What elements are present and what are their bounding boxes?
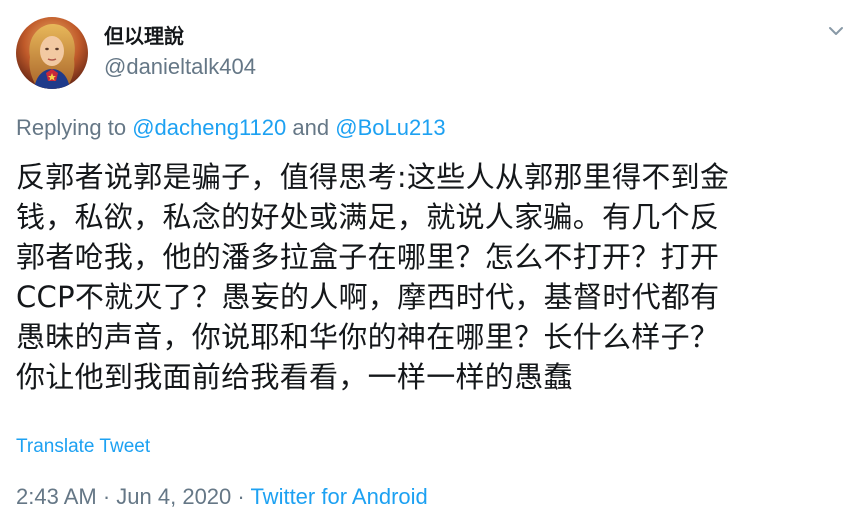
tweet-header: 但以理說 @danieltalk404 <box>16 15 848 91</box>
tweet-text-line: 反郭者说郭是骗子，值得思考:这些人从郭那里得不到金 <box>16 160 730 194</box>
replying-to: Replying to @dacheng1120 and @BoLu213 <box>16 114 446 142</box>
mention-link-2[interactable]: @BoLu213 <box>335 115 445 140</box>
tweet-time[interactable]: 2:43 AM <box>16 484 97 509</box>
tweet-source-link[interactable]: Twitter for Android <box>250 484 427 509</box>
chevron-down-icon[interactable] <box>824 19 848 43</box>
tweet-card: 但以理說 @danieltalk404 Replying to @dacheng… <box>0 0 864 521</box>
tweet-text-line: CCP不就灭了？愚妄的人啊，摩西时代，基督时代都有 <box>16 280 720 314</box>
author-names: 但以理說 @danieltalk404 <box>104 23 256 81</box>
avatar-image <box>16 17 88 89</box>
avatar[interactable] <box>16 17 88 89</box>
tweet-date[interactable]: Jun 4, 2020 <box>116 484 231 509</box>
tweet-body: 反郭者说郭是骗子，值得思考:这些人从郭那里得不到金 钱，私欲，私念的好处或满足，… <box>16 157 852 397</box>
translate-tweet-link[interactable]: Translate Tweet <box>16 435 150 459</box>
tweet-text-line: 钱，私欲，私念的好处或满足，就说人家骗。有几个反 <box>16 200 720 234</box>
replying-prefix: Replying to <box>16 115 127 140</box>
replying-conjunction: and <box>292 115 330 140</box>
tweet-text-line: 愚昧的声音，你说耶和华你的神在哪里？长什么样子？ <box>16 320 720 354</box>
meta-separator: · <box>102 484 111 509</box>
author-display-name[interactable]: 但以理說 <box>104 23 256 49</box>
mention-link-1[interactable]: @dacheng1120 <box>132 115 286 140</box>
meta-separator: · <box>237 484 245 509</box>
tweet-text-line: 你让他到我面前给我看看，一样一样的愚蠢 <box>16 360 573 394</box>
author-handle[interactable]: @danieltalk404 <box>104 53 256 81</box>
tweet-text-line: 郭者呛我，他的潘多拉盒子在哪里？怎么不打开？打开 <box>16 240 720 274</box>
tweet-metadata: 2:43 AM · Jun 4, 2020 · Twitter for Andr… <box>16 483 428 511</box>
